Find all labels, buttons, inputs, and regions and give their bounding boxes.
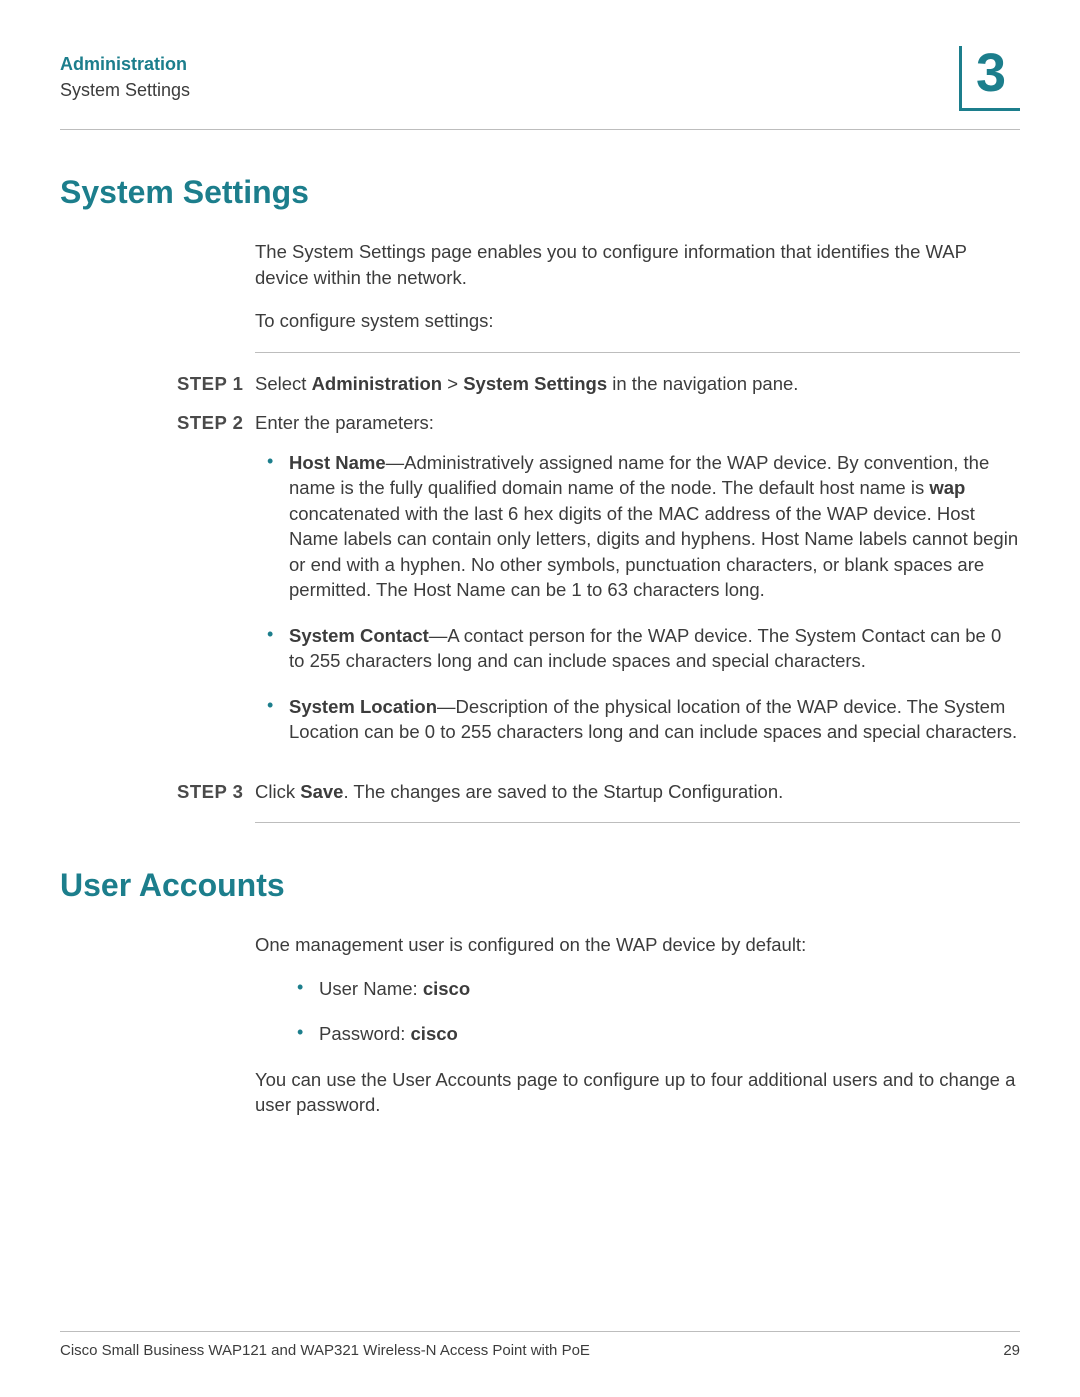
footer-divider: [60, 1331, 1020, 1332]
document-page: Administration System Settings 3 System …: [0, 0, 1080, 1397]
section-heading-system-settings: System Settings: [60, 174, 1020, 211]
user-accounts-p1: One management user is configured on the…: [255, 932, 1020, 958]
user-accounts-body: One management user is configured on the…: [255, 932, 1020, 1118]
bullet-password: Password: cisco: [285, 1021, 1020, 1047]
running-header: Administration System Settings 3: [60, 52, 1020, 111]
intro-paragraph-1: The System Settings page enables you to …: [255, 239, 1020, 290]
step-3: STEP 3 Click Save. The changes are saved…: [177, 779, 1020, 805]
default-credentials-list: User Name: cisco Password: cisco: [285, 976, 1020, 1047]
step-2-bullets: Host Name—Administratively assigned name…: [255, 450, 1020, 745]
step-2: STEP 2 Enter the parameters: Host Name—A…: [177, 410, 1020, 765]
bullet-system-contact: System Contact—A contact person for the …: [255, 623, 1020, 674]
header-left: Administration System Settings: [60, 52, 190, 103]
steps-top-divider: [255, 352, 1020, 353]
step-1: STEP 1 Select Administration > System Se…: [177, 371, 1020, 397]
step-3-label: STEP 3: [177, 779, 255, 805]
system-settings-intro: The System Settings page enables you to …: [255, 239, 1020, 334]
step-1-text: Select Administration > System Settings …: [255, 371, 1020, 397]
chapter-number: 3: [976, 46, 1006, 100]
section-heading-user-accounts: User Accounts: [60, 867, 1020, 904]
page-footer: Cisco Small Business WAP121 and WAP321 W…: [60, 1331, 1020, 1359]
header-chapter-title: Administration: [60, 52, 190, 76]
header-section-title: System Settings: [60, 78, 190, 102]
intro-paragraph-2: To configure system settings:: [255, 308, 1020, 334]
step-2-text: Enter the parameters: Host Name—Administ…: [255, 410, 1020, 765]
footer-row: Cisco Small Business WAP121 and WAP321 W…: [60, 1342, 1020, 1359]
bullet-host-name: Host Name—Administratively assigned name…: [255, 450, 1020, 603]
footer-page-number: 29: [1003, 1342, 1020, 1359]
step-3-text: Click Save. The changes are saved to the…: [255, 779, 1020, 805]
footer-doc-title: Cisco Small Business WAP121 and WAP321 W…: [60, 1342, 590, 1359]
bullet-username: User Name: cisco: [285, 976, 1020, 1002]
user-accounts-p2: You can use the User Accounts page to co…: [255, 1067, 1020, 1118]
step-1-label: STEP 1: [177, 371, 255, 397]
steps-bottom-divider: [255, 822, 1020, 823]
bullet-system-location: System Location—Description of the physi…: [255, 694, 1020, 745]
chapter-number-box: 3: [959, 46, 1020, 111]
step-2-label: STEP 2: [177, 410, 255, 765]
header-divider: [60, 129, 1020, 130]
